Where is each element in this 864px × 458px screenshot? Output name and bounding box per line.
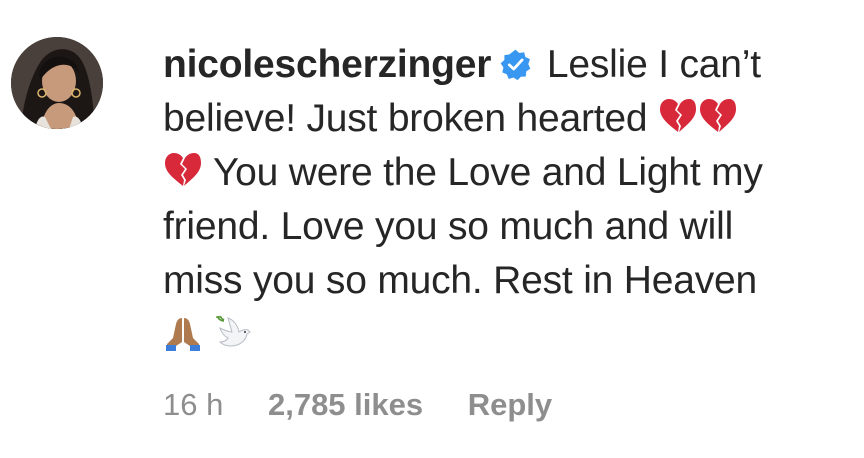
timestamp[interactable]: 16 h xyxy=(163,387,223,422)
folded-hands-icon xyxy=(163,312,203,352)
comment-meta: 16 h 2,785 likes Reply xyxy=(163,387,552,423)
username-link[interactable]: nicolescherzinger xyxy=(163,43,491,86)
comment-text-line-5: miss you so much. Rest in Heaven xyxy=(163,259,758,302)
comment-text-line-1: Leslie I can’t xyxy=(546,43,761,86)
avatar-image xyxy=(11,37,103,129)
comment: nicolescherzinger Leslie I can’t believe… xyxy=(0,0,864,458)
reply-button[interactable]: Reply xyxy=(468,387,552,422)
verified-badge-icon xyxy=(499,48,532,81)
comment-text-line-3: You were the Love and Light my xyxy=(212,151,763,194)
dove-icon xyxy=(214,312,254,352)
comment-body: nicolescherzinger Leslie I can’t believe… xyxy=(163,38,853,362)
comment-text-line-2: believe! Just broken hearted xyxy=(163,97,648,140)
comment-text-line-4: friend. Love you so much and will xyxy=(163,205,734,248)
likes-count-link[interactable]: 2,785 likes xyxy=(268,387,423,422)
broken-heart-icon xyxy=(658,96,698,136)
avatar[interactable] xyxy=(11,37,103,129)
broken-heart-icon xyxy=(163,150,203,190)
broken-heart-icon xyxy=(698,96,738,136)
